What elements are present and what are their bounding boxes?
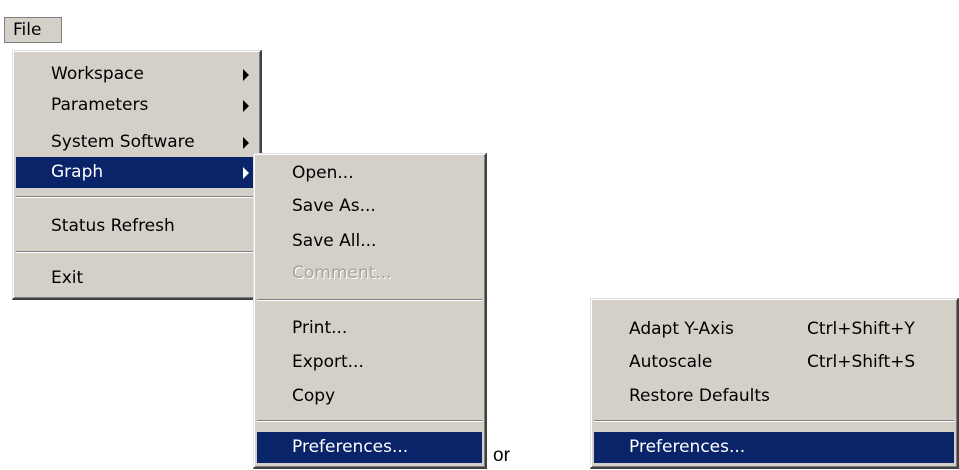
file-menu: Workspace Parameters System Software Gra…	[12, 50, 262, 300]
menu-item-label: Restore Defaults	[629, 386, 770, 406]
menu-item-label: Status Refresh	[51, 216, 175, 236]
menu-item-label: Workspace	[51, 64, 144, 84]
submenu-arrow-icon	[243, 100, 249, 112]
menu-item-label: Open...	[292, 163, 354, 183]
menu-item-print[interactable]: Print...	[257, 313, 482, 344]
menu-item-open[interactable]: Open...	[257, 158, 482, 189]
menu-item-label: Preferences...	[292, 437, 409, 457]
menu-item-label: Adapt Y-Axis	[629, 319, 734, 339]
menu-item-label: Save All...	[292, 231, 377, 251]
menu-item-label: Copy	[292, 386, 336, 406]
menu-separator	[16, 251, 257, 253]
submenu-arrow-icon	[243, 137, 249, 149]
menu-item-parameters[interactable]: Parameters	[16, 90, 257, 121]
menu-item-label: Parameters	[51, 95, 149, 115]
menu-item-label: Print...	[292, 318, 348, 338]
file-menu-button[interactable]: File	[4, 17, 62, 43]
menu-item-workspace[interactable]: Workspace	[16, 59, 257, 90]
menu-item-system-software[interactable]: System Software	[16, 127, 257, 158]
menu-item-label: Exit	[51, 268, 84, 288]
menu-item-adapt-y-axis[interactable]: Adapt Y-Axis Ctrl+Shift+Y	[594, 314, 954, 345]
menu-item-graph[interactable]: Graph	[16, 157, 257, 188]
menu-item-restore-defaults[interactable]: Restore Defaults	[594, 381, 954, 412]
context-menu: Adapt Y-Axis Ctrl+Shift+Y Autoscale Ctrl…	[590, 298, 959, 469]
menu-separator	[594, 420, 954, 422]
menu-item-label: Preferences...	[629, 437, 746, 457]
menu-item-comment: Comment...	[257, 258, 482, 289]
menu-item-status-refresh[interactable]: Status Refresh	[16, 211, 257, 242]
menu-item-label: Export...	[292, 352, 364, 372]
menu-item-preferences[interactable]: Preferences...	[594, 432, 954, 463]
menu-item-copy[interactable]: Copy	[257, 381, 482, 412]
menu-item-export[interactable]: Export...	[257, 347, 482, 378]
or-label: or	[493, 445, 510, 466]
menu-item-save-as[interactable]: Save As...	[257, 191, 482, 222]
submenu-arrow-icon	[243, 167, 249, 179]
menu-item-save-all[interactable]: Save All...	[257, 226, 482, 257]
menu-item-shortcut: Ctrl+Shift+Y	[807, 319, 915, 339]
menu-item-label: Graph	[51, 162, 104, 182]
menu-item-label: System Software	[51, 132, 195, 152]
graph-submenu: Open... Save As... Save All... Comment..…	[253, 153, 487, 469]
menu-item-label: Autoscale	[629, 352, 713, 372]
menu-item-preferences[interactable]: Preferences...	[257, 432, 482, 463]
file-menu-label: File	[13, 20, 42, 40]
menu-item-autoscale[interactable]: Autoscale Ctrl+Shift+S	[594, 347, 954, 378]
submenu-arrow-icon	[243, 69, 249, 81]
menu-item-shortcut: Ctrl+Shift+S	[807, 352, 916, 372]
menu-separator	[16, 196, 257, 198]
menu-item-exit[interactable]: Exit	[16, 263, 257, 294]
menu-item-label: Save As...	[292, 196, 376, 216]
menu-separator	[257, 299, 482, 301]
menu-item-label: Comment...	[292, 263, 392, 283]
menu-separator	[257, 420, 482, 422]
